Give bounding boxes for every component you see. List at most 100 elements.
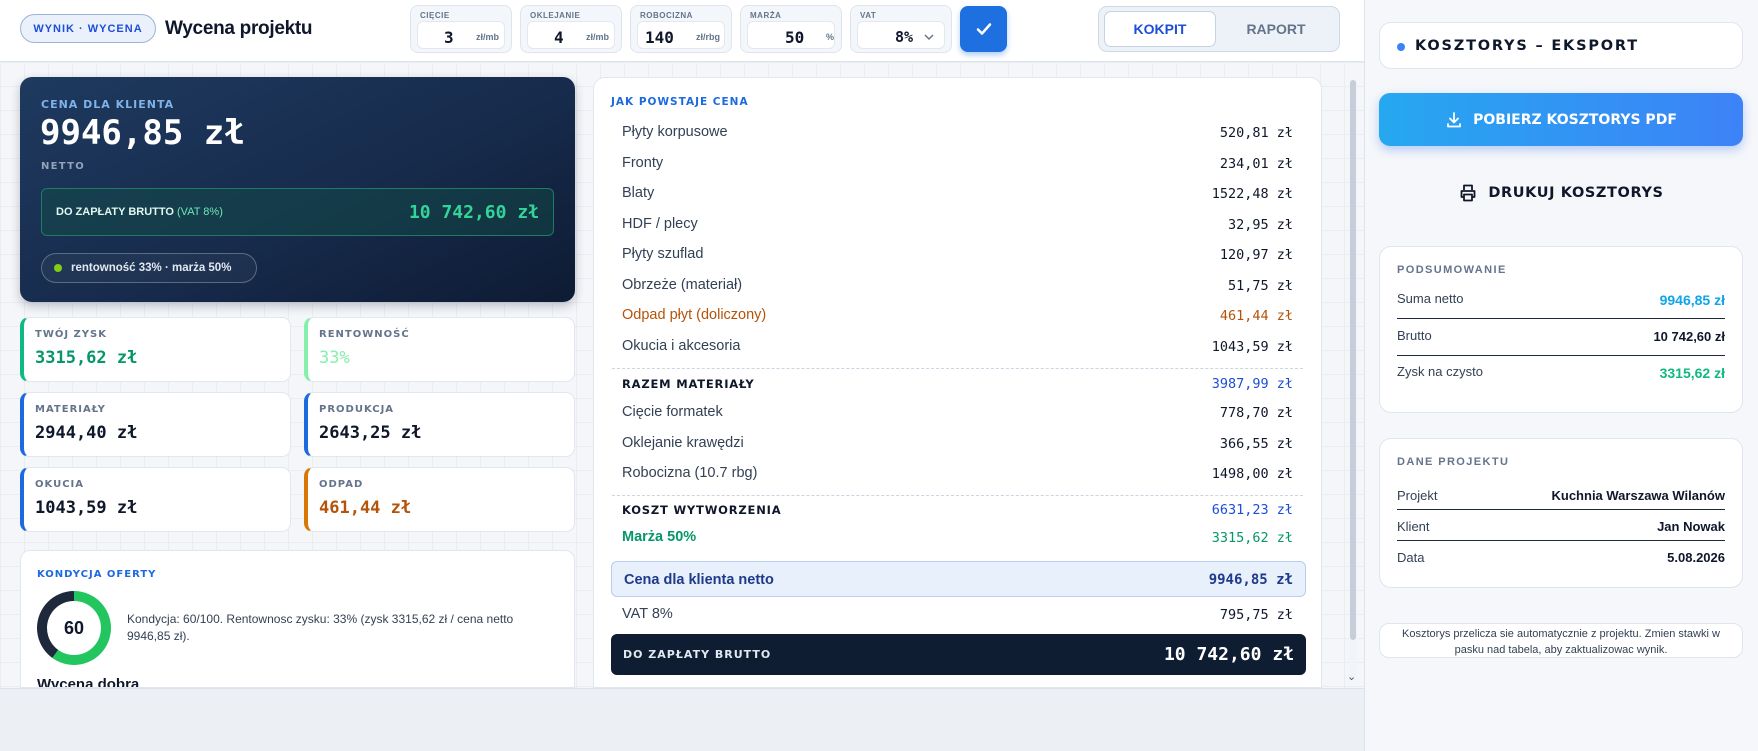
profitability-chip: rentowność 33% · marża 50%: [41, 253, 257, 283]
breadcrumb-badge: WYNIK · WYCENA: [20, 14, 156, 43]
rate-ciecie: CIĘCIE 3 zł/mb: [410, 5, 512, 53]
checkmark-icon: [976, 23, 991, 35]
rate-value[interactable]: 3: [444, 28, 454, 47]
condition-score: 60: [47, 601, 101, 655]
rate-value[interactable]: 4: [554, 28, 564, 47]
chip-text: rentowność 33% · marża 50%: [71, 262, 232, 274]
rate-unit: zł/rbg: [696, 32, 720, 42]
card-produkcja: PRODUKCJA 2643,25 zł: [304, 392, 575, 457]
breakdown-row-margin: Marża 50% 3315,62 zł: [622, 529, 1293, 546]
breakdown-row: Oklejanie krawędzi 366,55 zł: [622, 435, 1293, 452]
chevron-down-icon: [924, 34, 934, 41]
card-value: 3315,62 zł: [35, 348, 138, 368]
rate-unit: %: [826, 32, 835, 42]
brutto-label: DO ZAPŁATY BRUTTO (VAT 8%): [56, 206, 223, 218]
rate-unit: zł/mb: [476, 32, 500, 42]
breakdown-subtotal-production: KOSZT WYTWORZENIA 6631,23 zł: [622, 502, 1293, 518]
rate-unit: zł/mb: [586, 32, 610, 42]
card-label: OKUCIA: [35, 479, 84, 490]
card-value: 2944,40 zł: [35, 423, 138, 443]
rate-label: MARŻA: [750, 11, 782, 20]
export-sidebar: KOSZTORYS – EKSPORT POBIERZ KOSZTORYS PD…: [1364, 0, 1758, 751]
breakdown-row: Cięcie formatek 778,70 zł: [622, 404, 1293, 421]
breakdown-row: Okucia i akcesoria 1043,59 zł: [622, 338, 1293, 355]
condition-label: KONDYCJA OFERTY: [37, 569, 157, 580]
netto-label: NETTO: [41, 161, 86, 172]
summary-label: PODSUMOWANIE: [1397, 264, 1507, 276]
condition-verdict: Wycena dobra: [37, 676, 140, 688]
brutto-value: 10 742,60 zł: [408, 202, 539, 223]
status-dot-icon: [1397, 43, 1405, 51]
card-value: 461,44 zł: [319, 498, 412, 518]
main-scrollbar[interactable]: [1349, 80, 1357, 680]
tab-kokpit[interactable]: KOKPIT: [1104, 11, 1216, 47]
rate-value[interactable]: 140: [645, 28, 674, 47]
tab-raport[interactable]: RAPORT: [1220, 11, 1332, 47]
rate-label: ROBOCIZNA: [640, 11, 693, 20]
card-label: PRODUKCJA: [319, 404, 395, 415]
rate-robocizna: ROBOCIZNA 140 zł/rbg: [630, 5, 732, 53]
offer-condition-card: KONDYCJA OFERTY 60 Kondycja: 60/100. Ren…: [20, 550, 575, 688]
project-data-card: DANE PROJEKTU Projekt Kuchnia Warszawa Wi…: [1379, 438, 1743, 588]
breakdown-row: Płyty korpusowe 520,81 zł: [622, 124, 1293, 141]
card-label: ODPAD: [319, 479, 364, 490]
rate-marza: MARŻA 50 %: [740, 5, 842, 53]
card-value: 1043,59 zł: [35, 498, 138, 518]
brutto-box: DO ZAPŁATY BRUTTO (VAT 8%) 10 742,60 zł: [41, 188, 554, 236]
scrollbar-thumb[interactable]: [1350, 80, 1356, 640]
breakdown-subtotal-materials: RAZEM MATERIAŁY 3987,99 zł: [622, 376, 1293, 392]
client-price: 9946,85 zł: [40, 113, 245, 153]
top-bar: WYNIK · WYCENA Wycena projektu CIĘCIE 3 …: [0, 0, 1364, 62]
vat-label: VAT: [860, 11, 877, 20]
export-title: KOSZTORYS – EKSPORT: [1415, 38, 1639, 54]
hero-label: CENA DLA KLIENTA: [41, 98, 175, 111]
breakdown-row: Fronty 234,01 zł: [622, 155, 1293, 172]
condition-gauge: 60: [37, 591, 111, 665]
card-value: 2643,25 zł: [319, 423, 422, 443]
card-rentownosc: RENTOWNOŚĆ 33%: [304, 317, 575, 382]
apply-rates-button[interactable]: [960, 6, 1007, 52]
page-title: Wycena projektu: [165, 18, 313, 39]
download-pdf-button[interactable]: POBIERZ KOSZTORYS PDF: [1379, 93, 1743, 146]
project-row: Projekt Kuchnia Warszawa Wilanów: [1397, 480, 1725, 510]
price-hero-card: CENA DLA KLIENTA 9946,85 zł NETTO DO ZAP…: [20, 77, 575, 302]
print-button-label: DRUKUJ KOSZTORYS: [1488, 185, 1664, 201]
printer-icon: [1461, 184, 1476, 202]
price-breakdown-panel: JAK POWSTAJE CENA Płyty korpusowe 520,81 …: [593, 77, 1322, 688]
summary-row: Brutto 10 742,60 zł: [1397, 320, 1725, 356]
pdf-button-label: POBIERZ KOSZTORYS PDF: [1473, 111, 1677, 128]
rate-oklejanie: OKLEJANIE 4 zł/mb: [520, 5, 622, 53]
rate-label: CIĘCIE: [420, 11, 450, 20]
card-okucia: OKUCIA 1043,59 zł: [20, 467, 291, 532]
status-dot-icon: [54, 264, 62, 272]
net-price-row: Cena dla klienta netto 9946,85 zł: [611, 561, 1306, 597]
view-switch: KOKPIT RAPORT: [1098, 6, 1340, 52]
breakdown-row: HDF / plecy 32,95 zł: [622, 216, 1293, 233]
card-profit: TWÓJ ZYSK 3315,62 zł: [20, 317, 291, 382]
card-materialy: MATERIAŁY 2944,40 zł: [20, 392, 291, 457]
summary-row: Suma netto 9946,85 zł: [1397, 283, 1725, 319]
breakdown-title: JAK POWSTAJE CENA: [611, 96, 749, 108]
card-label: MATERIAŁY: [35, 404, 106, 415]
card-label: TWÓJ ZYSK: [35, 329, 107, 340]
condition-text: Kondycja: 60/100. Rentownosc zysku: 33% …: [127, 612, 514, 643]
brutto-total-bar: DO ZAPŁATY BRUTTO 10 742,60 zł: [611, 634, 1306, 675]
print-button[interactable]: DRUKUJ KOSZTORYS: [1379, 176, 1743, 210]
rate-label: OKLEJANIE: [530, 11, 581, 20]
card-label: RENTOWNOŚĆ: [319, 329, 410, 340]
project-row: Data 5.08.2026: [1397, 550, 1725, 565]
vat-select[interactable]: VAT 8%: [850, 5, 952, 53]
summary-row: Zysk na czysto 3315,62 zł: [1397, 364, 1725, 381]
scroll-down-icon[interactable]: ⌄: [1347, 670, 1356, 683]
vat-row: VAT 8% 795,75 zł: [622, 606, 1293, 623]
project-row: Klient Jan Nowak: [1397, 511, 1725, 541]
rate-value[interactable]: 50: [785, 28, 804, 47]
breakdown-row: Blaty 1522,48 zł: [622, 185, 1293, 202]
export-header: KOSZTORYS – EKSPORT: [1379, 22, 1743, 69]
auto-recalc-note: Kosztorys przelicza sie automatycznie z …: [1379, 623, 1743, 658]
breakdown-row-waste: Odpad płyt (doliczony) 461,44 zł: [622, 307, 1293, 324]
divider: [612, 495, 1303, 496]
divider: [612, 368, 1303, 369]
vat-value[interactable]: 8%: [895, 28, 913, 46]
breakdown-row: Obrzeże (materiał) 51,75 zł: [622, 277, 1293, 294]
